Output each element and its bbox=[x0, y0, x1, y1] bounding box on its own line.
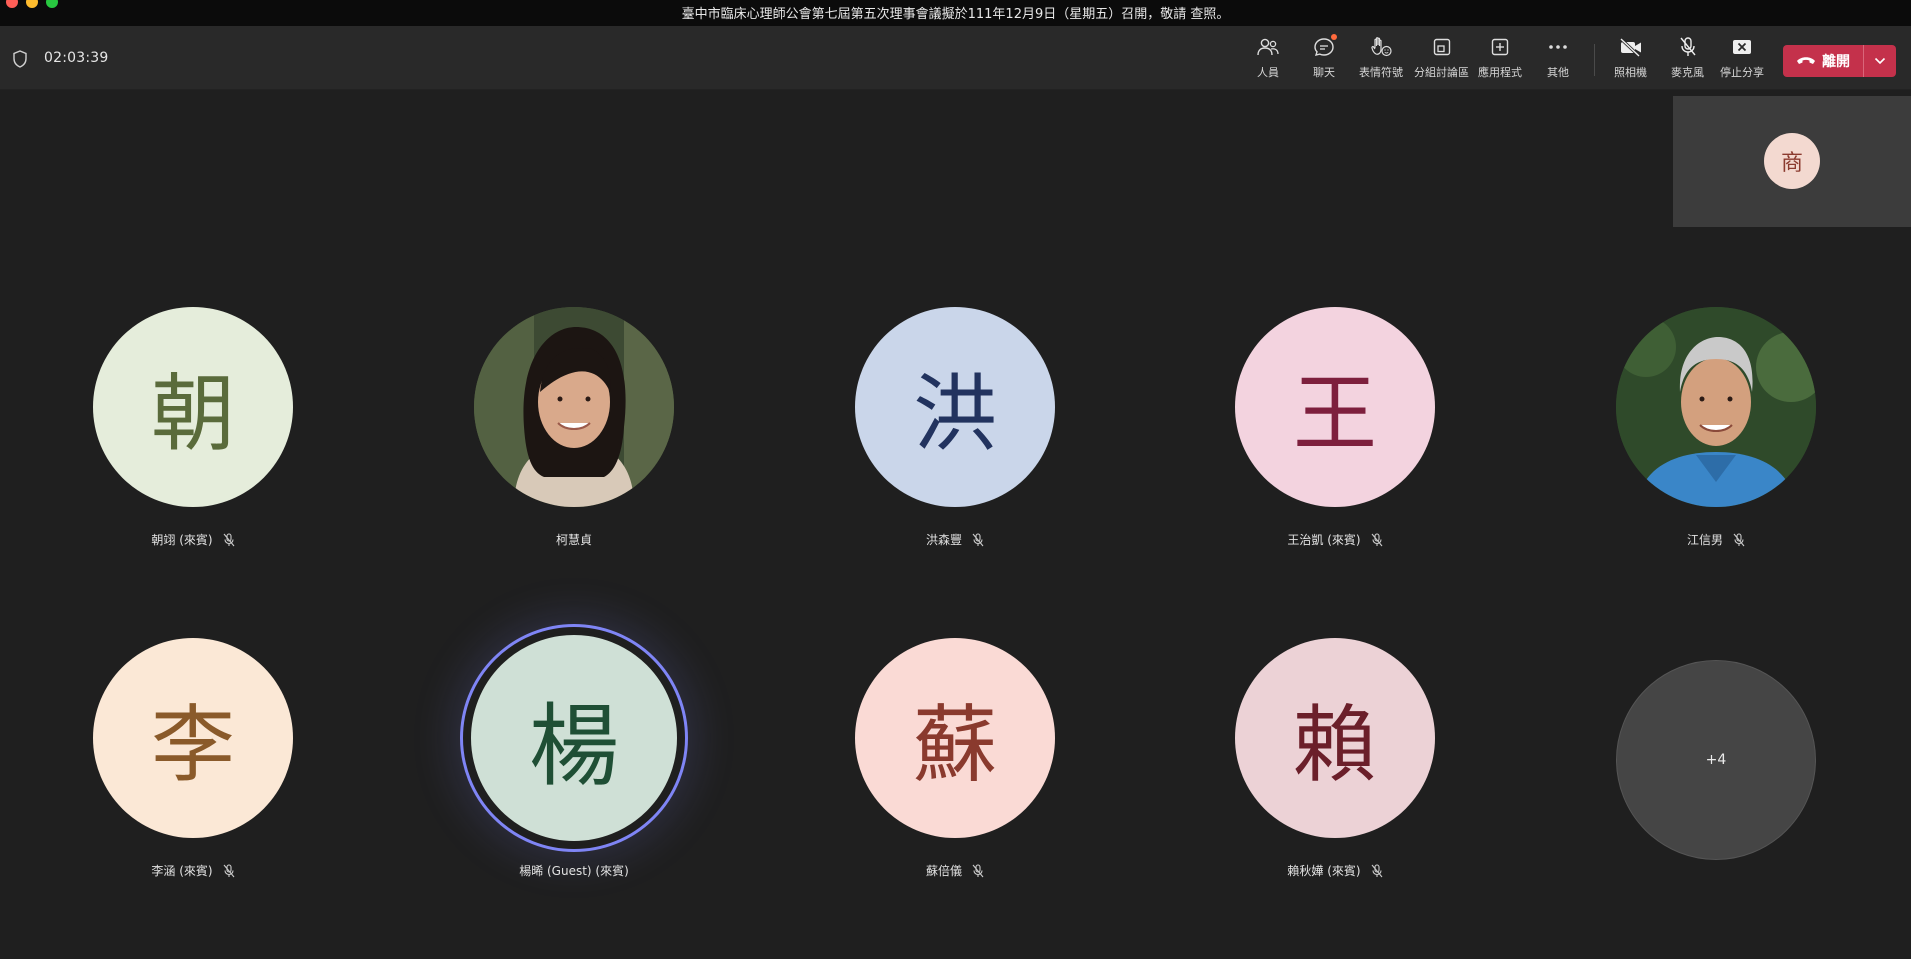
participant-name-row: 洪森豐 bbox=[805, 531, 1105, 548]
stop-share-icon bbox=[1729, 36, 1755, 58]
participant-name: 王治凱 (來賓) bbox=[1287, 533, 1361, 547]
meeting-timer: 02:03:39 bbox=[44, 50, 109, 66]
participant-name-row: 蘇倍儀 bbox=[805, 862, 1105, 879]
participant-tile[interactable]: 柯慧貞 bbox=[424, 300, 724, 550]
participant-tile[interactable]: 楊 楊晞 (Guest) (來賓) bbox=[424, 624, 724, 881]
participant-name: 柯慧貞 bbox=[555, 533, 592, 547]
participant-name: 洪森豐 bbox=[925, 533, 962, 547]
apps-label: 應用程式 bbox=[1478, 66, 1522, 79]
mic-muted-icon bbox=[223, 532, 235, 546]
overflow-participants-tile[interactable]: +4 bbox=[1566, 660, 1866, 860]
participant-name: 楊晞 (Guest) (來賓) bbox=[519, 864, 629, 878]
participant-name: 賴秋嬅 (來賓) bbox=[1287, 864, 1361, 878]
person-photo-icon bbox=[1616, 307, 1816, 507]
mic-muted-icon bbox=[1733, 532, 1745, 546]
breakout-rooms-label: 分組討論區 bbox=[1414, 66, 1469, 79]
self-avatar: 商 bbox=[1764, 133, 1820, 189]
participant-tile[interactable]: 朝 朝翊 (來賓) bbox=[43, 300, 343, 550]
apps-button[interactable]: 應用程式 bbox=[1478, 36, 1522, 84]
participant-tile[interactable]: 賴 賴秋嬅 (來賓) bbox=[1185, 631, 1485, 881]
meeting-toolbar: 02:03:39 人員 聊天 表情符號 分組討論區 應用程式 其他 照相機 麥克… bbox=[0, 26, 1911, 90]
participant-avatar: 楊 bbox=[467, 631, 681, 845]
participant-avatar: 李 bbox=[93, 638, 293, 838]
participant-name-row: 柯慧貞 bbox=[424, 531, 724, 548]
mic-label: 麥克風 bbox=[1671, 66, 1704, 79]
participant-tile[interactable]: 李 李涵 (來賓) bbox=[43, 631, 343, 881]
reactions-button[interactable]: 表情符號 bbox=[1359, 36, 1403, 84]
shield-icon bbox=[13, 50, 27, 68]
leave-button-group: 離開 bbox=[1783, 45, 1896, 77]
self-view-tile[interactable]: 商 bbox=[1673, 96, 1911, 227]
toolbar-divider bbox=[1594, 44, 1595, 76]
participant-name: 朝翊 (來賓) bbox=[151, 533, 213, 547]
window-title: 臺中市臨床心理師公會第七屆第五次理事會議擬於111年12月9日（星期五）召開，敬… bbox=[681, 7, 1230, 22]
hang-up-icon bbox=[1797, 57, 1815, 64]
window-titlebar: 臺中市臨床心理師公會第七屆第五次理事會議擬於111年12月9日（星期五）召開，敬… bbox=[0, 0, 1911, 26]
more-button[interactable]: 其他 bbox=[1545, 36, 1571, 84]
participant-tile[interactable]: 洪 洪森豐 bbox=[805, 300, 1105, 550]
stop-sharing-button[interactable]: 停止分享 bbox=[1720, 36, 1764, 84]
people-icon bbox=[1255, 36, 1281, 58]
participant-name-row: 朝翊 (來賓) bbox=[43, 531, 343, 548]
participant-name: 江信男 bbox=[1686, 533, 1723, 547]
people-label: 人員 bbox=[1257, 66, 1279, 79]
participant-name-row: 楊晞 (Guest) (來賓) bbox=[424, 862, 724, 879]
leave-button[interactable]: 離開 bbox=[1783, 45, 1863, 77]
participant-name-row: 賴秋嬅 (來賓) bbox=[1185, 862, 1485, 879]
chat-label: 聊天 bbox=[1313, 66, 1335, 79]
leave-separator bbox=[1863, 45, 1864, 77]
leave-options-dropdown[interactable] bbox=[1864, 45, 1896, 77]
add-app-icon bbox=[1487, 36, 1513, 58]
leave-label: 離開 bbox=[1822, 54, 1850, 70]
chevron-down-icon bbox=[1874, 57, 1886, 65]
more-dots-icon bbox=[1545, 36, 1571, 58]
participant-tile[interactable]: 王 王治凱 (來賓) bbox=[1185, 300, 1485, 550]
participant-avatar: 蘇 bbox=[855, 638, 1055, 838]
participant-name-row: 李涵 (來賓) bbox=[43, 862, 343, 879]
raise-hand-emoji-icon bbox=[1368, 36, 1394, 58]
mic-off-icon bbox=[1675, 36, 1701, 58]
overflow-participants-count: +4 bbox=[1616, 660, 1816, 860]
participant-avatar: 王 bbox=[1235, 307, 1435, 507]
participant-avatar: 朝 bbox=[93, 307, 293, 507]
breakout-rooms-icon bbox=[1429, 36, 1455, 58]
participant-tile[interactable]: 蘇 蘇倍儀 bbox=[805, 631, 1105, 881]
mic-muted-icon bbox=[223, 863, 235, 877]
reactions-label: 表情符號 bbox=[1359, 66, 1403, 79]
mic-toggle-button[interactable]: 麥克風 bbox=[1671, 36, 1704, 84]
mic-muted-icon bbox=[1371, 863, 1383, 877]
participant-avatar: 洪 bbox=[855, 307, 1055, 507]
mic-muted-icon bbox=[972, 863, 984, 877]
participant-avatar: 賴 bbox=[1235, 638, 1435, 838]
participant-name: 李涵 (來賓) bbox=[151, 864, 213, 878]
mic-muted-icon bbox=[1371, 532, 1383, 546]
participant-photo bbox=[474, 307, 674, 507]
camera-off-icon bbox=[1618, 36, 1644, 58]
more-label: 其他 bbox=[1547, 66, 1569, 79]
stop-sharing-label: 停止分享 bbox=[1720, 66, 1764, 79]
person-photo-icon bbox=[474, 307, 674, 507]
participant-name: 蘇倍儀 bbox=[925, 864, 962, 878]
chat-button[interactable]: 聊天 bbox=[1311, 34, 1337, 84]
camera-label: 照相機 bbox=[1614, 66, 1647, 79]
people-button[interactable]: 人員 bbox=[1255, 36, 1281, 84]
participant-name-row: 江信男 bbox=[1566, 531, 1866, 548]
participant-name-row: 王治凱 (來賓) bbox=[1185, 531, 1485, 548]
chat-icon bbox=[1311, 34, 1337, 58]
mic-muted-icon bbox=[972, 532, 984, 546]
camera-toggle-button[interactable]: 照相機 bbox=[1614, 36, 1647, 84]
chat-notification-dot bbox=[1331, 34, 1337, 40]
participant-photo bbox=[1616, 307, 1816, 507]
breakout-rooms-button[interactable]: 分組討論區 bbox=[1414, 36, 1469, 84]
participant-tile[interactable]: 江信男 bbox=[1566, 300, 1866, 550]
